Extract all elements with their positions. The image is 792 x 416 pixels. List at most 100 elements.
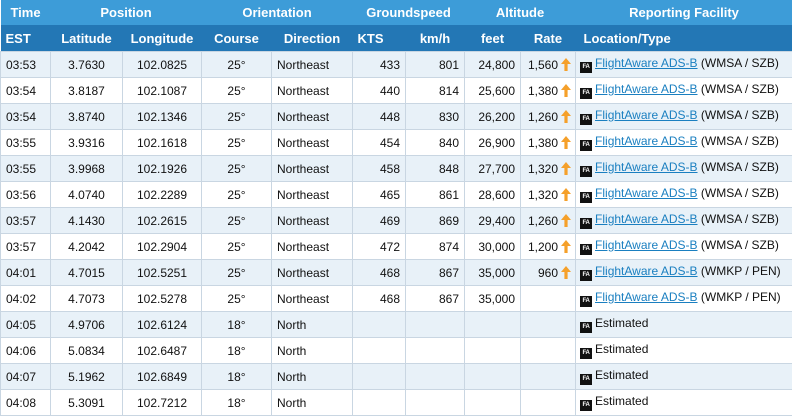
kmh-cell [406, 312, 465, 338]
rate-value: 1,380 [528, 136, 558, 150]
longitude-cell: 102.2615 [123, 208, 202, 234]
time-cell: 04:07 [1, 364, 51, 390]
table-row: 03:574.1430102.261525°Northeast46986929,… [1, 208, 792, 234]
longitude-cell: 102.1926 [123, 156, 202, 182]
facility-code: (WMSA / SZB) [701, 160, 779, 174]
source-link[interactable]: FlightAware ADS-B [595, 56, 698, 70]
rate-cell: 1,320 [521, 182, 576, 208]
longitude-cell: 102.5251 [123, 260, 202, 286]
direction-cell: Northeast [272, 104, 353, 130]
kmh-cell: 869 [406, 208, 465, 234]
group-position: Position [51, 0, 202, 25]
kts-cell: 448 [353, 104, 406, 130]
longitude-cell: 102.5278 [123, 286, 202, 312]
source-link[interactable]: FlightAware ADS-B [595, 186, 698, 200]
direction-cell: North [272, 338, 353, 364]
source-link[interactable]: FlightAware ADS-B [595, 290, 698, 304]
feet-cell: 35,000 [465, 260, 521, 286]
course-cell: 25° [202, 156, 272, 182]
flightaware-badge-icon: FA [580, 348, 592, 359]
source-link[interactable]: FlightAware ADS-B [595, 82, 698, 96]
feet-cell: 30,000 [465, 234, 521, 260]
latitude-cell: 5.3091 [51, 390, 123, 416]
kts-cell [353, 364, 406, 390]
rate-cell [521, 390, 576, 416]
course-cell: 25° [202, 260, 272, 286]
time-cell: 03:55 [1, 130, 51, 156]
latitude-cell: 4.0740 [51, 182, 123, 208]
course-cell: 25° [202, 78, 272, 104]
source-link[interactable]: FlightAware ADS-B [595, 212, 698, 226]
flightaware-badge-icon: FA [580, 244, 592, 255]
kmh-cell: 861 [406, 182, 465, 208]
latitude-cell: 3.7630 [51, 52, 123, 78]
source-link[interactable]: FlightAware ADS-B [595, 108, 698, 122]
up-arrow-icon [561, 162, 571, 175]
rate-cell: 1,200 [521, 234, 576, 260]
facility-code: (WMSA / SZB) [701, 212, 779, 226]
table-row: 04:065.0834102.648718°NorthFAEstimated [1, 338, 792, 364]
time-cell: 03:57 [1, 234, 51, 260]
feet-cell: 35,000 [465, 286, 521, 312]
source-link[interactable]: FlightAware ADS-B [595, 238, 698, 252]
direction-cell: Northeast [272, 182, 353, 208]
table-row: 03:553.9316102.161825°Northeast45484026,… [1, 130, 792, 156]
longitude-cell: 102.1618 [123, 130, 202, 156]
feet-cell: 28,600 [465, 182, 521, 208]
course-cell: 25° [202, 104, 272, 130]
time-cell: 04:05 [1, 312, 51, 338]
feet-cell: 26,200 [465, 104, 521, 130]
kts-cell [353, 338, 406, 364]
kts-cell: 468 [353, 260, 406, 286]
rate-cell: 1,260 [521, 208, 576, 234]
time-cell: 04:01 [1, 260, 51, 286]
col-est: EST [1, 25, 51, 52]
col-direction: Direction [272, 25, 353, 52]
feet-cell: 25,600 [465, 78, 521, 104]
course-cell: 18° [202, 312, 272, 338]
flightaware-badge-icon: FA [580, 114, 592, 125]
kts-cell: 465 [353, 182, 406, 208]
facility-code: (WMKP / PEN) [701, 264, 781, 278]
source-link[interactable]: FlightAware ADS-B [595, 160, 698, 174]
kmh-cell: 867 [406, 286, 465, 312]
kmh-cell: 874 [406, 234, 465, 260]
feet-cell [465, 312, 521, 338]
rate-value: 1,380 [528, 84, 558, 98]
kts-cell: 458 [353, 156, 406, 182]
facility-code: (WMSA / SZB) [701, 238, 779, 252]
rate-value: 1,200 [528, 240, 558, 254]
source-link[interactable]: FlightAware ADS-B [595, 264, 698, 278]
up-arrow-icon [561, 58, 571, 71]
up-arrow-icon [561, 240, 571, 253]
location-type-cell: FAEstimated [576, 364, 792, 390]
longitude-cell: 102.7212 [123, 390, 202, 416]
location-type-cell: FAEstimated [576, 312, 792, 338]
col-course: Course [202, 25, 272, 52]
kts-cell: 472 [353, 234, 406, 260]
facility-code: (WMSA / SZB) [701, 82, 779, 96]
kts-cell [353, 390, 406, 416]
latitude-cell: 5.0834 [51, 338, 123, 364]
flightaware-badge-icon: FA [580, 140, 592, 151]
direction-cell: Northeast [272, 156, 353, 182]
direction-cell: Northeast [272, 260, 353, 286]
longitude-cell: 102.1346 [123, 104, 202, 130]
table-row: 03:543.8187102.108725°Northeast44081425,… [1, 78, 792, 104]
table-row: 04:075.1962102.684918°NorthFAEstimated [1, 364, 792, 390]
group-time: Time [1, 0, 51, 25]
course-cell: 25° [202, 52, 272, 78]
direction-cell: Northeast [272, 286, 353, 312]
location-type-cell: FAFlightAware ADS-B (WMSA / SZB) [576, 156, 792, 182]
time-cell: 03:57 [1, 208, 51, 234]
source-link[interactable]: FlightAware ADS-B [595, 134, 698, 148]
course-cell: 25° [202, 182, 272, 208]
feet-cell: 26,900 [465, 130, 521, 156]
feet-cell [465, 338, 521, 364]
flight-track-log-table: Time Position Orientation Groundspeed Al… [0, 0, 792, 416]
longitude-cell: 102.0825 [123, 52, 202, 78]
rate-value: 1,260 [528, 214, 558, 228]
track-rows: 03:533.7630102.082525°Northeast43380124,… [1, 52, 792, 416]
col-kts: KTS [353, 25, 406, 52]
up-arrow-icon [561, 110, 571, 123]
